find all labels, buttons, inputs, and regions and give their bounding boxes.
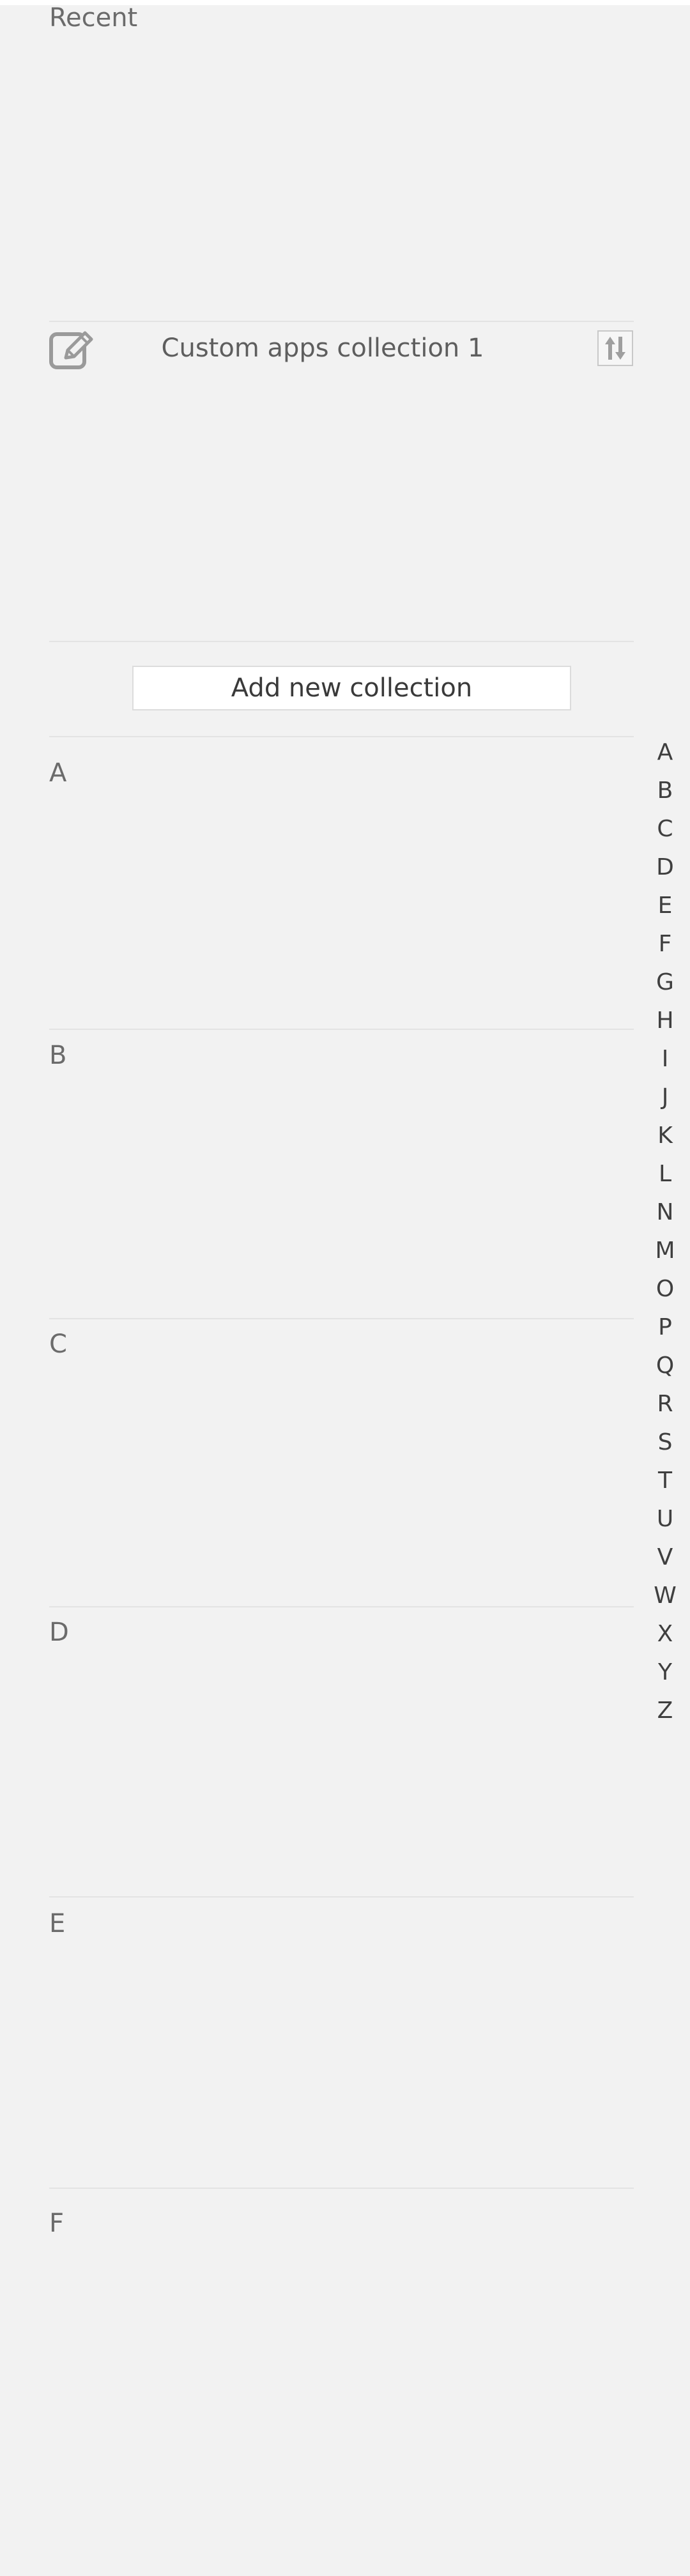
index-letter-f[interactable]: F [645, 925, 685, 963]
add-collection-divider [49, 736, 634, 737]
collection-title: Custom apps collection 1 [161, 334, 484, 363]
index-letter-q[interactable]: Q [645, 1347, 685, 1385]
section-header-c: C [49, 1330, 67, 1359]
collection-divider [49, 641, 634, 642]
index-letter-m[interactable]: M [645, 1232, 685, 1270]
section-divider [49, 1606, 634, 1607]
sort-collection-button[interactable] [597, 330, 633, 366]
edit-collection-icon[interactable] [49, 326, 95, 372]
index-letter-e[interactable]: E [645, 887, 685, 925]
index-letter-s[interactable]: S [645, 1423, 685, 1462]
section-divider [49, 1318, 634, 1319]
index-letter-t[interactable]: T [645, 1462, 685, 1500]
index-letter-d[interactable]: D [645, 848, 685, 887]
section-divider [49, 1029, 634, 1030]
sort-arrows-icon [605, 337, 625, 360]
index-letter-b[interactable]: B [645, 772, 685, 810]
recent-header: Recent [49, 3, 138, 33]
index-letter-g[interactable]: G [645, 963, 685, 1002]
index-letter-y[interactable]: Y [645, 1653, 685, 1692]
section-divider [49, 2188, 634, 2189]
index-letter-p[interactable]: P [645, 1308, 685, 1347]
section-header-f: F [49, 2209, 65, 2238]
section-divider [49, 1896, 634, 1897]
add-new-collection-button[interactable]: Add new collection [132, 666, 571, 710]
index-letter-v[interactable]: V [645, 1538, 685, 1577]
recent-divider [49, 321, 634, 322]
section-header-b: B [49, 1041, 67, 1070]
index-letter-z[interactable]: Z [645, 1692, 685, 1730]
alphabet-index: A B C D E F G H I J K L N M O P Q R S T … [645, 733, 685, 1730]
section-header-a: A [49, 758, 67, 788]
index-letter-h[interactable]: H [645, 1002, 685, 1040]
index-letter-c[interactable]: C [645, 810, 685, 848]
index-letter-u[interactable]: U [645, 1500, 685, 1538]
index-letter-w[interactable]: W [645, 1577, 685, 1615]
index-letter-k[interactable]: K [645, 1117, 685, 1155]
section-header-d: D [49, 1618, 69, 1647]
index-letter-n[interactable]: N [645, 1193, 685, 1232]
index-letter-o[interactable]: O [645, 1270, 685, 1308]
index-letter-l[interactable]: L [645, 1155, 685, 1193]
index-letter-i[interactable]: I [645, 1040, 685, 1078]
index-letter-x[interactable]: X [645, 1615, 685, 1653]
index-letter-r[interactable]: R [645, 1385, 685, 1423]
section-header-e: E [49, 1909, 66, 1938]
index-letter-a[interactable]: A [645, 733, 685, 772]
index-letter-j[interactable]: J [645, 1078, 685, 1117]
